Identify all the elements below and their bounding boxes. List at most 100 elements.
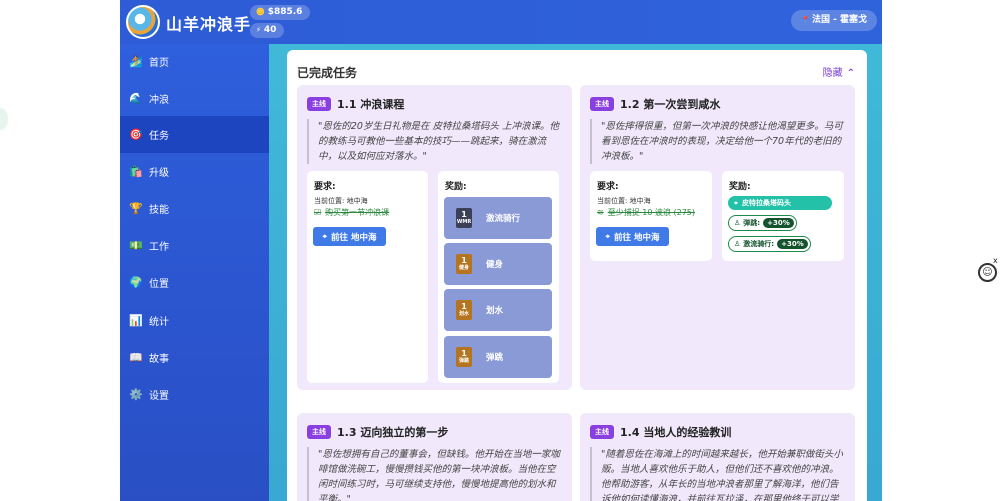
go-button-label: 前往 地中海	[331, 232, 377, 243]
sidebar-item-label: 任务	[149, 131, 169, 142]
sidebar-item-upgrades[interactable]: 🛍️ 升级	[120, 154, 269, 189]
app-header: 山羊冲浪手 🪙 $885.6 ⚡ 40 📍 法国 - 霍塞戈	[120, 0, 882, 44]
requirements-box: 要求: 当前位置: 地中海 ☑ 购买第一节冲浪课 ⌖ 前往 地中海	[307, 171, 428, 383]
location-label: 法国 - 霍塞戈	[811, 15, 867, 25]
waves-icon: ≋	[597, 208, 604, 217]
quest-story: "随着恩佐在海滩上的时间越来越长，他开始兼职做街头小贩。当地人喜欢他乐于助人，但…	[590, 447, 845, 501]
current-location: 当前位置: 地中海	[314, 197, 368, 205]
globe-icon: 🌍	[129, 276, 143, 289]
money-badge: 🪙 $885.6	[250, 5, 311, 20]
energy-badge: ⚡ 40	[250, 23, 285, 38]
requirements-title: 要求:	[597, 182, 619, 192]
skill-reward-paddling: 1 划水 划水	[444, 289, 552, 331]
goat-surfer-logo-icon	[126, 5, 160, 39]
sidebar-item-surf[interactable]: 🌊 冲浪	[120, 81, 269, 116]
quest-title: 1.4 当地人的经验教训	[620, 426, 732, 439]
boost-name: 弹跳:	[743, 219, 761, 227]
side-decoration	[0, 108, 8, 130]
reward-location-name: 皮特拉桑塔码头	[741, 199, 791, 207]
money-icon: 💵	[129, 239, 143, 252]
pin-icon: 📍	[801, 16, 810, 24]
sidebar-item-jobs[interactable]: 💵 工作	[120, 228, 269, 263]
boost-value: +30%	[763, 218, 794, 228]
rewards-title: 奖励:	[729, 182, 751, 192]
main-quest-tag: 主线	[590, 97, 614, 111]
skill-reward-popup: 1 弹跳 弹跳	[444, 336, 552, 378]
sidebar-item-skills[interactable]: 🏆 技能	[120, 191, 269, 226]
skill-level-badge: 1 划水	[456, 300, 472, 320]
map-pin-icon: ⌖	[322, 231, 328, 241]
surfer-icon: 🏄	[129, 55, 143, 68]
quest-header: 主线 1.3 迈向独立的第一步	[307, 424, 448, 440]
main-quest-tag: 主线	[307, 97, 331, 111]
skill-level-badge: 1 弹跳	[456, 347, 472, 367]
sidebar-item-story[interactable]: 📖 故事	[120, 340, 269, 375]
quest-story: "恩佐摔得很重，但第一次冲浪的快感让他渴望更多。马可看到恩佐在冲浪时的表现，决定…	[590, 119, 845, 164]
skill-name: 激流骑行	[486, 214, 521, 224]
quest-title: 1.2 第一次尝到咸水	[620, 98, 721, 111]
money-value: $885.6	[267, 7, 303, 17]
location-button[interactable]: 📍 法国 - 霍塞戈	[791, 10, 877, 31]
go-to-button[interactable]: ⌖ 前往 地中海	[596, 227, 669, 246]
hide-button[interactable]: 隐藏 ⌃	[823, 64, 855, 79]
target-icon: 🎯	[129, 128, 143, 141]
main-quest-tag: 主线	[590, 425, 614, 439]
quest-header: 主线 1.2 第一次尝到咸水	[590, 96, 720, 112]
go-to-button[interactable]: ⌖ 前往 地中海	[313, 227, 386, 246]
rewards-title: 奖励:	[445, 182, 467, 192]
skill-level-badge: 1 健身	[456, 254, 472, 274]
sidebar-item-label: 设置	[149, 391, 169, 402]
location-unlock-reward: ⌖ 皮特拉桑塔码头	[728, 196, 832, 210]
sidebar-item-label: 冲浪	[149, 95, 169, 106]
quest-card-1-2: 主线 1.2 第一次尝到咸水 "恩佐摔得很重，但第一次冲浪的快感让他渴望更多。马…	[580, 85, 855, 390]
quest-story: "恩佐想拥有自己的董事会，但缺钱。他开始在当地一家咖啡馆做洗碗工，慢慢攒钱买他的…	[307, 447, 562, 501]
panel-title: 已完成任务	[297, 66, 358, 80]
shopping-bag-icon: 🛍️	[129, 165, 143, 178]
sidebar-item-settings[interactable]: ⚙️ 设置	[120, 377, 269, 412]
gear-icon: ⚙️	[129, 388, 143, 401]
map-pin-icon: ⌖	[605, 231, 611, 241]
boost-reward-popup: ♙ 弹跳: +30%	[728, 215, 797, 231]
close-icon[interactable]: x	[993, 256, 998, 265]
skill-name: 健身	[486, 260, 504, 270]
wave-icon: 🌊	[129, 92, 143, 105]
award-icon: ♙	[734, 240, 741, 248]
quest-card-1-4: 主线 1.4 当地人的经验教训 "随着恩佐在海滩上的时间越来越长，他开始兼职做街…	[580, 413, 855, 501]
book-icon: 📖	[129, 351, 143, 364]
bar-chart-icon: 📊	[129, 314, 143, 327]
boost-reward-wave-riding: ♙ 激流骑行: +30%	[728, 236, 811, 252]
skill-reward-fitness: 1 健身 健身	[444, 243, 552, 285]
sidebar-item-label: 升级	[149, 168, 169, 179]
sidebar-item-locations[interactable]: 🌍 位置	[120, 265, 269, 300]
sidebar-item-quests[interactable]: 🎯 任务	[120, 116, 269, 153]
trophy-icon: 🏆	[129, 202, 143, 215]
rewards-box: 奖励: ⌖ 皮特拉桑塔码头 ♙ 弹跳: +30% ♙ 激流骑行: +30%	[722, 171, 844, 261]
requirement-item: ≋ 至少捕捉 10 波浪 (275)	[597, 207, 695, 218]
lightning-icon: ⚡	[256, 26, 261, 34]
rewards-box: 奖励: 1 WMR 激流骑行 1 健身 健身 1 划水 划水 1 弹跳 弹跳	[438, 171, 559, 383]
skill-reward-wave-riding: 1 WMR 激流骑行	[444, 197, 552, 239]
requirement-text: 至少捕捉 10 波浪 (275)	[607, 208, 696, 217]
app-title: 山羊冲浪手	[166, 15, 252, 34]
quest-story: "恩佐的20岁生日礼物是在 皮特拉桑塔码头 上冲浪课。他的教练马可教他一些基本的…	[307, 119, 562, 164]
sidebar-item-label: 首页	[149, 58, 169, 69]
current-location: 当前位置: 地中海	[597, 197, 651, 205]
sidebar: 🏄 首页 🌊 冲浪 🎯 任务 🛍️ 升级 🏆 技能 💵 工作 🌍 位置 📊 统计 📖 故事 ⚙️ 设…	[120, 44, 269, 501]
assistant-mascot-icon[interactable]: ☺	[978, 263, 997, 282]
hide-label: 隐藏	[822, 68, 843, 79]
sidebar-item-label: 工作	[149, 242, 169, 253]
coin-icon: 🪙	[256, 8, 265, 16]
sidebar-item-stats[interactable]: 📊 统计	[120, 303, 269, 338]
award-icon: ♙	[734, 219, 741, 227]
requirements-box: 要求: 当前位置: 地中海 ≋ 至少捕捉 10 波浪 (275) ⌖ 前往 地中海	[590, 171, 712, 261]
app-window: 山羊冲浪手 🪙 $885.6 ⚡ 40 📍 法国 - 霍塞戈 🏄 首页 🌊 冲浪 🎯 任务 …	[120, 0, 882, 501]
chevron-up-icon: ⌃	[846, 68, 855, 79]
quest-header: 主线 1.4 当地人的经验教训	[590, 424, 731, 440]
sidebar-item-label: 技能	[149, 205, 169, 216]
boost-value: +30%	[777, 239, 808, 249]
go-button-label: 前往 地中海	[614, 232, 660, 243]
quest-title: 1.1 冲浪课程	[337, 98, 405, 111]
requirement-item: ☑ 购买第一节冲浪课	[314, 207, 389, 218]
skill-name: 划水	[486, 306, 504, 316]
sidebar-item-home[interactable]: 🏄 首页	[120, 44, 269, 79]
